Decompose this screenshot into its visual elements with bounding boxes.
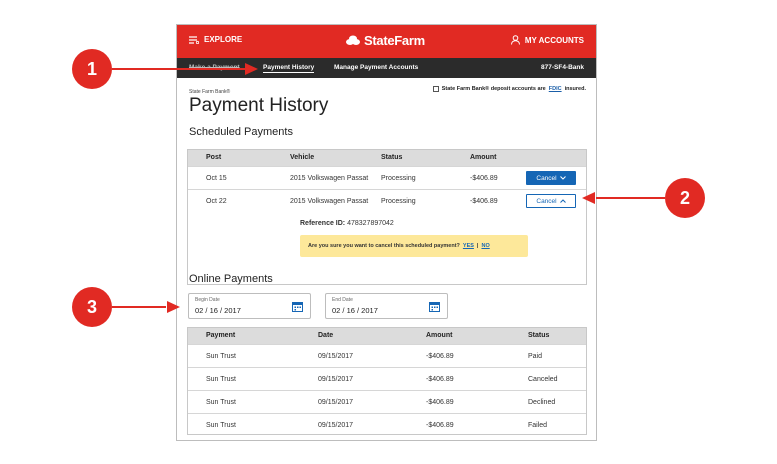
arrowhead-2 [582, 192, 595, 204]
callout-arrows [112, 63, 665, 313]
arrowhead-3 [167, 301, 180, 313]
arrowhead-1 [245, 63, 258, 75]
callout-marker-2: 2 [665, 178, 705, 218]
callout-marker-3: 3 [72, 287, 112, 327]
callout-marker-1: 1 [72, 49, 112, 89]
